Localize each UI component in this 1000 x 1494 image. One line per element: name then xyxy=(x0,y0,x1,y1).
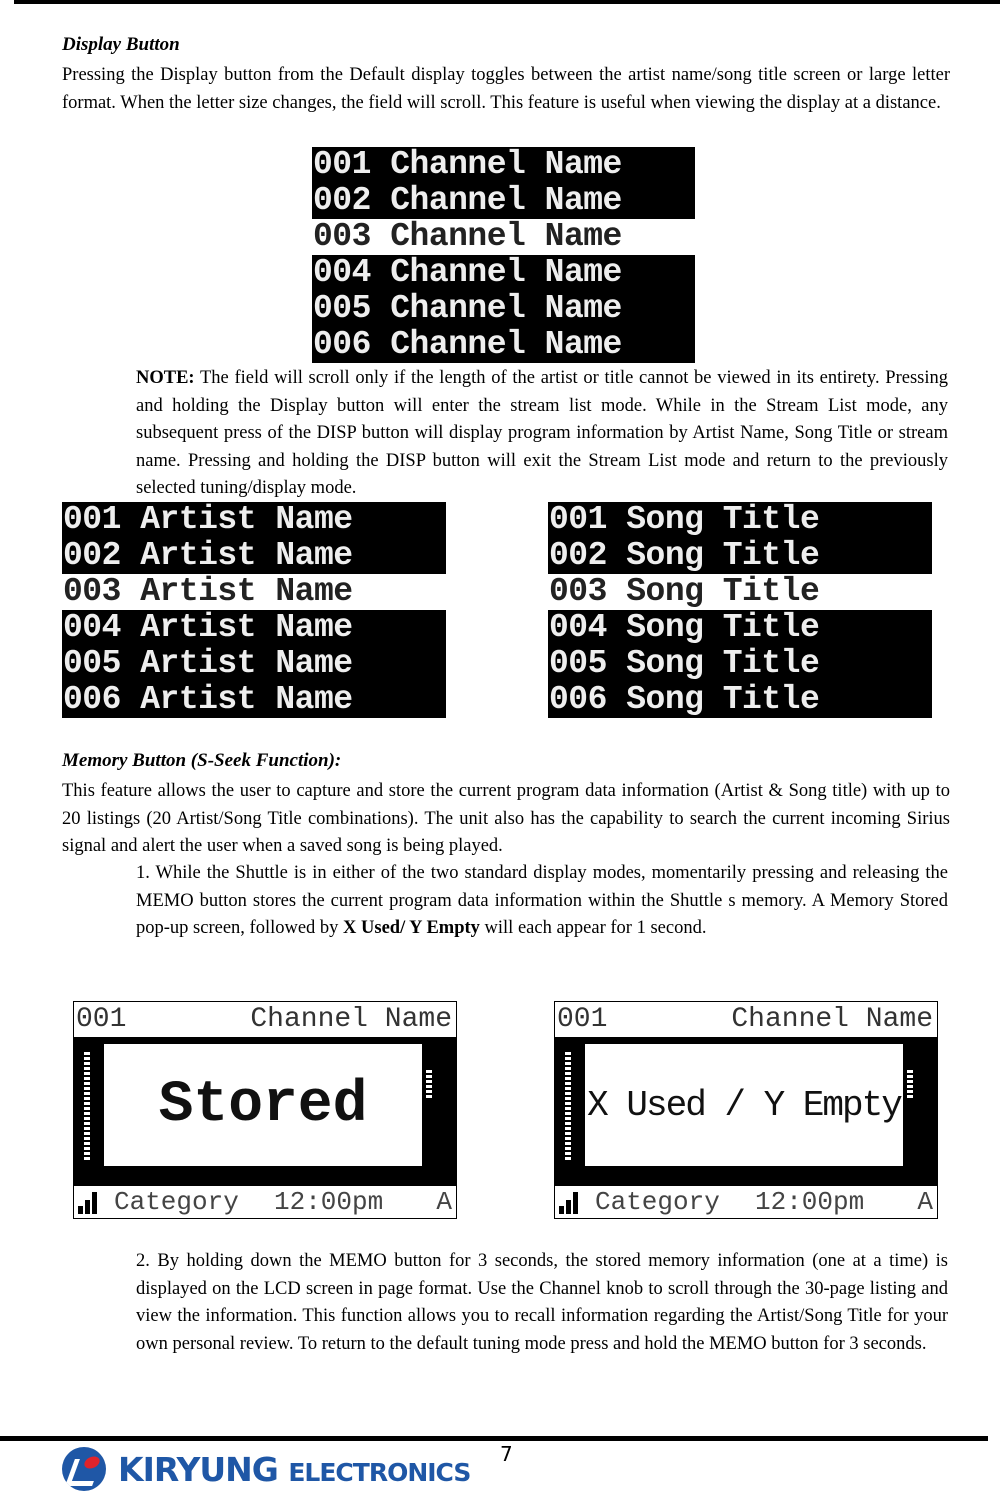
channel-number: 001 xyxy=(76,1004,127,1035)
popup-box: X Used / Y Empty xyxy=(585,1044,903,1166)
step1-text-end: will each appear for 1 second. xyxy=(479,918,707,939)
kiryung-logo-icon xyxy=(62,1447,106,1491)
note-body: The field will scroll only if the length… xyxy=(136,368,948,499)
footer-rule xyxy=(0,1436,988,1441)
band-indicator: A xyxy=(436,1187,452,1217)
lcd-row-selected: 003 Artist Name xyxy=(62,574,446,610)
lcd-bottom-bar: Category 12:00pm A xyxy=(555,1186,937,1218)
lcd-row: 004 Song Title xyxy=(549,609,820,646)
band-indicator: A xyxy=(917,1187,933,1217)
channel-list-screen: 001 Channel Name 002 Channel Name 003 Ch… xyxy=(312,147,695,363)
lcd-row: 005 Channel Name xyxy=(313,290,622,327)
clock: 12:00pm xyxy=(755,1187,865,1217)
lcd-row: 002 Song Title xyxy=(549,537,820,574)
signal-strength-icon xyxy=(559,1192,583,1214)
lcd-row: 001 Artist Name xyxy=(63,502,353,538)
lcd-row: 005 Artist Name xyxy=(63,645,353,682)
lcd-top-bar: 001 Channel Name xyxy=(555,1002,937,1038)
memory-step-1: 1. While the Shuttle is in either of the… xyxy=(136,860,948,943)
lcd-row: 002 Channel Name xyxy=(313,182,622,219)
scroll-indicator xyxy=(907,1070,913,1100)
lcd-row: 005 Song Title xyxy=(549,645,820,682)
memory-stored-screen: 001 Channel Name Stored Category 12:00pm … xyxy=(73,1001,457,1219)
lcd-top-bar: 001 Channel Name xyxy=(74,1002,456,1038)
page-number: 7 xyxy=(500,1442,513,1466)
memory-heading: Memory Button (S-Seek Function): xyxy=(62,750,342,771)
note-paragraph: NOTE: The field will scroll only if the … xyxy=(136,365,948,503)
lcd-row: 001 Song Title xyxy=(549,502,820,538)
category-label: Category xyxy=(595,1187,720,1217)
lcd-row: 004 Channel Name xyxy=(313,254,622,291)
lcd-row: 006 Artist Name xyxy=(63,681,353,718)
lcd-row-selected: 003 Channel Name xyxy=(312,219,695,255)
lcd-row: 004 Artist Name xyxy=(63,609,353,646)
memory-step-2: 2. By holding down the MEMO button for 3… xyxy=(136,1251,948,1354)
channel-name: Channel Name xyxy=(731,1004,933,1035)
display-heading: Display Button xyxy=(62,34,180,55)
category-label: Category xyxy=(114,1187,239,1217)
lcd-row: 006 Channel Name xyxy=(313,326,622,363)
clock: 12:00pm xyxy=(274,1187,384,1217)
memory-body: This feature allows the user to capture … xyxy=(62,781,950,857)
popup-text: Stored xyxy=(158,1072,368,1138)
scroll-indicator xyxy=(84,1052,90,1162)
lcd-row: 006 Song Title xyxy=(549,681,820,718)
popup-box: Stored xyxy=(104,1044,422,1166)
lcd-row: 002 Artist Name xyxy=(63,537,353,574)
signal-strength-icon xyxy=(78,1192,102,1214)
top-rule xyxy=(14,0,1000,4)
lcd-row: 001 Channel Name xyxy=(313,147,622,183)
step1-bold: X Used/ Y Empty xyxy=(343,918,480,939)
popup-text: X Used / Y Empty xyxy=(587,1084,903,1126)
lcd-bottom-bar: Category 12:00pm A xyxy=(74,1186,456,1218)
scroll-indicator xyxy=(565,1052,571,1162)
lcd-row-selected: 003 Song Title xyxy=(548,574,932,610)
note-label: NOTE: xyxy=(136,368,195,388)
channel-number: 001 xyxy=(557,1004,608,1035)
logo-wordmark: KIRYUNG ELECTRONICS xyxy=(118,1449,471,1489)
channel-name: Channel Name xyxy=(250,1004,452,1035)
scroll-indicator xyxy=(426,1070,432,1100)
song-list-screen: 001 Song Title 002 Song Title 003 Song T… xyxy=(548,502,932,718)
kiryung-logo: KIRYUNG ELECTRONICS xyxy=(62,1445,471,1493)
artist-list-screen: 001 Artist Name 002 Artist Name 003 Arti… xyxy=(62,502,446,718)
memory-count-screen: 001 Channel Name X Used / Y Empty Categor… xyxy=(554,1001,938,1219)
display-body: Pressing the Display button from the Def… xyxy=(62,65,950,113)
